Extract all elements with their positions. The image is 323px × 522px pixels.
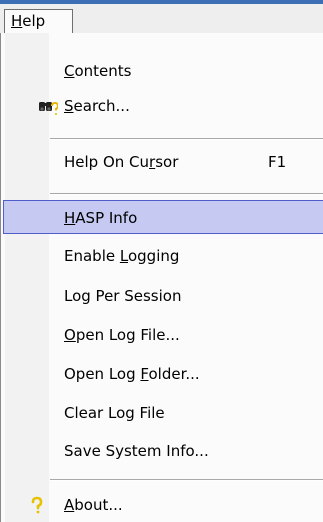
menu-item-help-on-cursor-shortcut: F1 (268, 153, 287, 171)
help-menu-accel: H (11, 12, 23, 30)
menu-item-hasp-info-label: HASP Info (64, 209, 138, 227)
help-dropdown-menu: Contents Search... Help On Cursor F1 HAS… (0, 33, 323, 522)
menu-item-log-per-session[interactable]: Log Per Session (1, 279, 323, 313)
menu-item-enable-logging[interactable]: Enable Logging (1, 239, 323, 273)
menu-item-enable-logging-label: Enable Logging (64, 247, 180, 265)
help-menu[interactable]: Help (4, 9, 73, 33)
menu-item-open-log-folder[interactable]: Open Log Folder... (1, 357, 323, 391)
menu-item-search[interactable]: Search... (1, 89, 323, 123)
menu-item-contents[interactable]: Contents (1, 54, 323, 88)
menu-item-save-system-info[interactable]: Save System Info... (1, 434, 323, 468)
menu-item-help-on-cursor[interactable]: Help On Cursor F1 (1, 145, 323, 179)
menu-item-search-label: Search... (64, 97, 130, 115)
menu-item-open-log-file[interactable]: Open Log File... (1, 318, 323, 352)
help-menu-post: elp (22, 12, 46, 30)
menu-item-save-system-info-label: Save System Info... (64, 442, 209, 460)
menu-separator (50, 479, 323, 481)
menu-item-about[interactable]: About... (1, 488, 323, 522)
menu-item-hasp-info[interactable]: HASP Info (3, 200, 323, 234)
menu-item-clear-log-file[interactable]: Clear Log File (1, 396, 323, 430)
menu-bar: Help (0, 0, 323, 34)
menu-separator (50, 138, 323, 140)
menu-item-clear-log-file-label: Clear Log File (64, 404, 165, 422)
menu-item-open-log-folder-label: Open Log Folder... (64, 365, 200, 383)
menu-item-log-per-session-label: Log Per Session (64, 287, 182, 305)
question-mark-icon (31, 496, 43, 514)
menu-item-contents-label: Contents (64, 62, 132, 80)
menu-separator (50, 193, 323, 195)
menu-item-about-label: About... (64, 496, 123, 514)
binoculars-question-icon (39, 101, 58, 115)
window-title-strip (0, 0, 323, 4)
menu-item-open-log-file-label: Open Log File... (64, 326, 180, 344)
menu-item-help-on-cursor-label: Help On Cursor (64, 153, 179, 171)
